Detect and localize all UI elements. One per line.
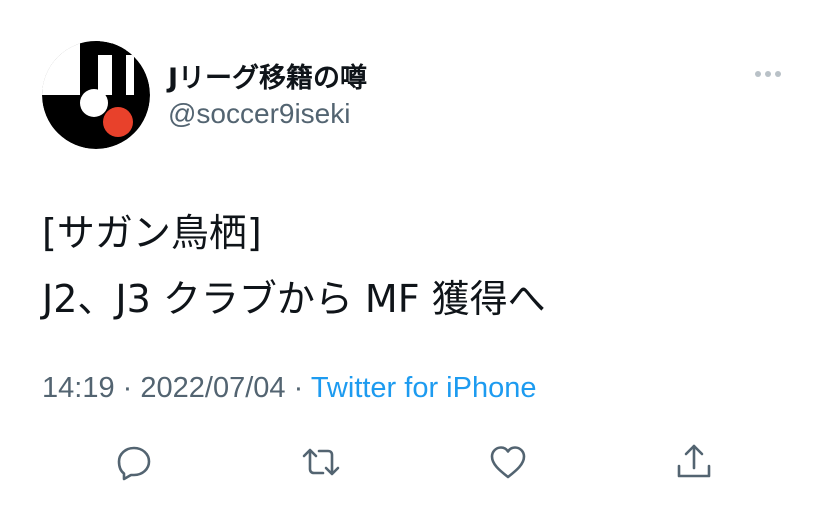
tweet-card: Jリーグ移籍の噂 @soccer9iseki [サガン鳥栖] J2、J3 クラブ… bbox=[0, 0, 828, 526]
retweet-icon[interactable] bbox=[301, 442, 341, 482]
like-icon[interactable] bbox=[488, 442, 528, 482]
meta-separator: · bbox=[293, 372, 304, 404]
display-name[interactable]: Jリーグ移籍の噂 bbox=[168, 56, 367, 95]
tweet-text-line-1: [サガン鳥栖] bbox=[42, 211, 262, 255]
tweet-date[interactable]: 2022/07/04 bbox=[140, 372, 285, 404]
reply-icon[interactable] bbox=[114, 442, 154, 482]
share-icon[interactable] bbox=[674, 442, 714, 482]
tweet-meta: 14:19 · 2022/07/04 · Twitter for iPhone bbox=[42, 372, 536, 405]
meta-separator: · bbox=[122, 372, 133, 404]
tweet-text-line-2: J2、J3 クラブから MF 獲得へ bbox=[42, 277, 546, 321]
avatar-logo bbox=[42, 41, 150, 149]
avatar[interactable] bbox=[42, 41, 150, 149]
user-handle[interactable]: @soccer9iseki bbox=[168, 98, 350, 130]
tweet-time[interactable]: 14:19 bbox=[42, 372, 115, 404]
tweet-source-link[interactable]: Twitter for iPhone bbox=[311, 372, 537, 404]
more-icon[interactable] bbox=[752, 62, 788, 86]
